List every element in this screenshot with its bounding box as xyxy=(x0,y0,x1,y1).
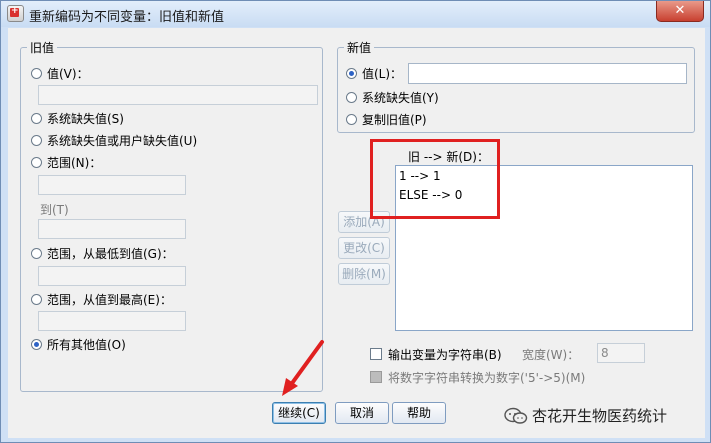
new-value-group: 新值 值(L)： 系统缺失值(Y) 复制旧值(P) xyxy=(337,39,695,133)
range-lowest-input[interactable] xyxy=(38,266,186,286)
old-range-radio[interactable] xyxy=(31,157,42,168)
cancel-button[interactable]: 取消 xyxy=(335,402,389,424)
range-to-label: 到(T) xyxy=(40,203,69,217)
old-all-other-label: 所有其他值(O) xyxy=(47,338,126,352)
width-label: 宽度(W)： xyxy=(522,348,580,362)
range-highest-input[interactable] xyxy=(38,311,186,331)
wechat-icon xyxy=(504,407,528,424)
new-value-label: 值(L)： xyxy=(362,67,403,81)
remove-button[interactable]: 删除(M) xyxy=(338,263,390,285)
watermark-text: 杏花开生物医药统计 xyxy=(532,407,668,425)
old-value-legend: 旧值 xyxy=(27,39,58,56)
new-copy-old-label: 复制旧值(P) xyxy=(362,113,427,127)
width-input[interactable]: 8 xyxy=(597,343,645,363)
range-from-input[interactable] xyxy=(38,175,186,195)
spss-app-icon: + xyxy=(7,5,24,22)
range-to-input[interactable] xyxy=(38,219,186,239)
continue-button[interactable]: 继续(C) xyxy=(272,402,326,424)
old-range-label: 范围(N)： xyxy=(47,156,102,170)
new-value-legend: 新值 xyxy=(344,39,375,56)
old-value-input[interactable] xyxy=(38,85,318,105)
highlight-box xyxy=(370,139,500,219)
string-output-checkbox[interactable] xyxy=(370,348,382,360)
old-system-missing-label: 系统缺失值(S) xyxy=(47,112,124,126)
old-value-radio[interactable] xyxy=(31,68,42,79)
old-range-highest-label: 范围，从值到最高(E)： xyxy=(47,293,172,307)
old-system-missing-radio[interactable] xyxy=(31,113,42,124)
change-button[interactable]: 更改(C) xyxy=(338,237,390,259)
convert-numeric-checkbox[interactable] xyxy=(370,371,382,383)
old-system-user-missing-radio[interactable] xyxy=(31,135,42,146)
new-system-missing-radio[interactable] xyxy=(346,92,357,103)
title-bar: + 重新编码为不同变量：旧值和新值 ✕ xyxy=(1,1,710,27)
new-system-missing-label: 系统缺失值(Y) xyxy=(362,91,439,105)
old-value-label: 值(V)： xyxy=(47,67,89,81)
old-range-lowest-label: 范围，从最低到值(G)： xyxy=(47,247,174,261)
close-button[interactable]: ✕ xyxy=(656,1,704,22)
new-copy-old-radio[interactable] xyxy=(346,114,357,125)
help-button[interactable]: 帮助 xyxy=(392,402,446,424)
dialog-content: 旧值 值(V)： 系统缺失值(S) 系统缺失值或用户缺失值(U) 范围(N)： … xyxy=(8,28,705,438)
arrow-annotation-icon xyxy=(282,340,324,396)
convert-numeric-label: 将数字字符串转换为数字('5'->5)(M) xyxy=(388,371,586,385)
new-value-radio[interactable] xyxy=(346,68,357,79)
old-range-highest-radio[interactable] xyxy=(31,294,42,305)
window-title: 重新编码为不同变量：旧值和新值 xyxy=(29,10,225,25)
old-all-other-radio[interactable] xyxy=(31,339,42,350)
old-range-lowest-radio[interactable] xyxy=(31,248,42,259)
close-icon: ✕ xyxy=(674,3,686,18)
old-system-user-missing-label: 系统缺失值或用户缺失值(U) xyxy=(47,134,198,148)
string-output-label: 输出变量为字符串(B) xyxy=(388,348,502,362)
dialog-window: + 重新编码为不同变量：旧值和新值 ✕ 旧值 值(V)： 系统缺失值(S) 系统… xyxy=(0,0,711,443)
new-value-input[interactable] xyxy=(408,63,687,84)
